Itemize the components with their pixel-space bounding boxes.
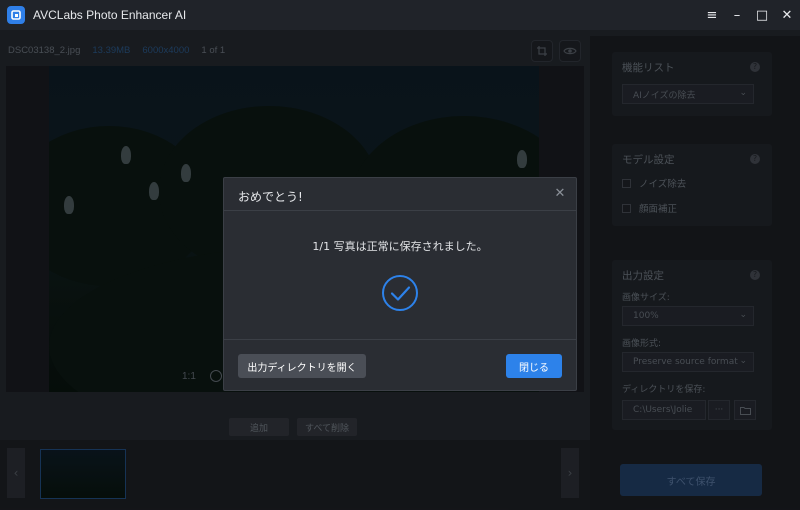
dialog-message: 1/1 写真は正常に保存されました。 [312, 240, 488, 253]
open-output-dir-button[interactable]: 出力ディレクトリを開く [238, 354, 366, 378]
success-dialog: おめでとう! ✕ 1/1 写真は正常に保存されました。 出力ディレクトリを開く … [223, 177, 577, 391]
app-title: AVCLabs Photo Enhancer AI [33, 8, 187, 22]
close-dialog-button[interactable]: 閉じる [506, 354, 562, 378]
close-window-button[interactable]: ✕ [775, 0, 799, 30]
success-check-icon [382, 275, 418, 311]
minimize-button[interactable]: – [725, 0, 749, 30]
dialog-close-icon[interactable]: ✕ [552, 186, 568, 202]
menu-icon[interactable]: ≡ [700, 0, 724, 30]
dialog-divider [224, 339, 576, 340]
app-window: AVCLabs Photo Enhancer AI ≡ – □ ✕ DSC031… [0, 0, 800, 510]
window-controls: ≡ – □ ✕ [700, 0, 800, 30]
dialog-header: おめでとう! ✕ [224, 178, 576, 211]
maximize-button[interactable]: □ [750, 0, 774, 30]
title-bar: AVCLabs Photo Enhancer AI ≡ – □ ✕ [0, 0, 800, 30]
dialog-title: おめでとう! [238, 190, 303, 204]
avclabs-logo-icon [7, 6, 25, 24]
